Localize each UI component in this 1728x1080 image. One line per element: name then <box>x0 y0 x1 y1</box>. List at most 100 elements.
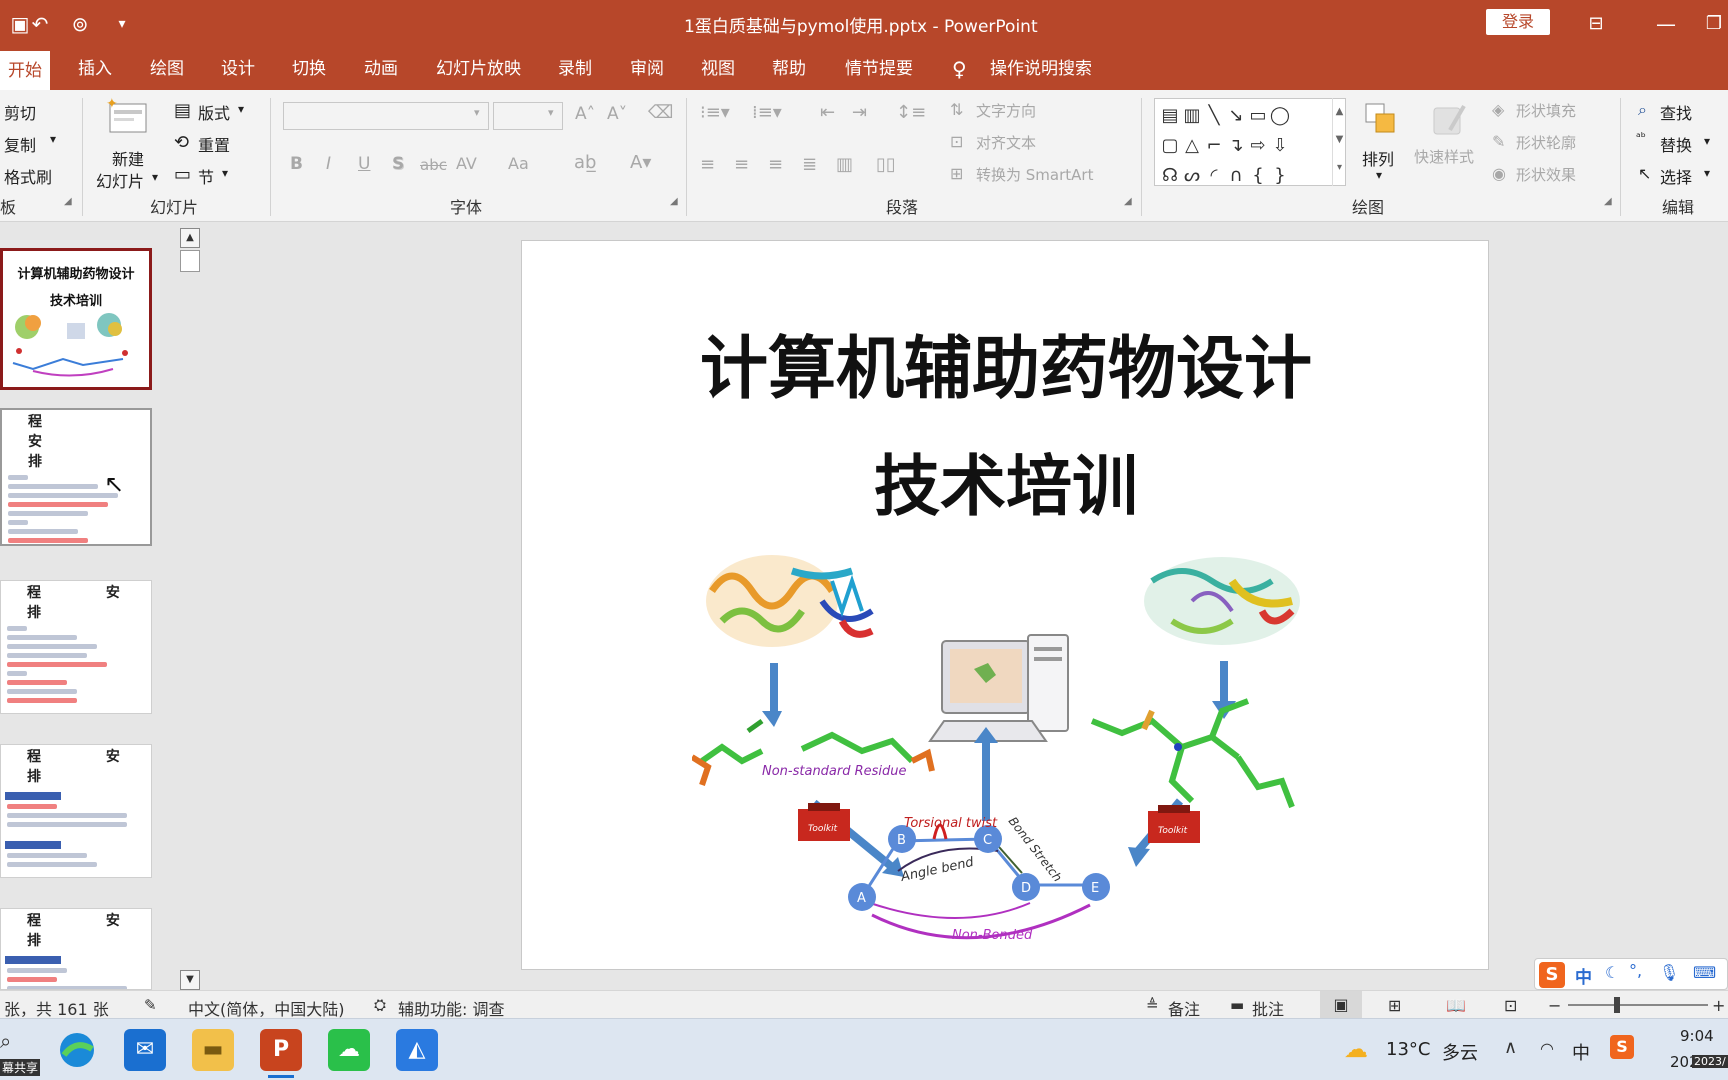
font-launcher-icon[interactable]: ◢ <box>670 196 678 207</box>
weather-temperature[interactable]: 13°C <box>1386 1039 1430 1060</box>
align-right-icon[interactable]: ≡ <box>768 154 783 175</box>
thumbnail-slide-4[interactable]: 程 安 排 <box>0 744 152 878</box>
comments-icon[interactable]: ▬ <box>1230 996 1244 1014</box>
text-direction-button[interactable]: 文字方向 <box>976 100 1036 121</box>
strikethrough-button[interactable]: abc <box>420 156 447 174</box>
tab-record[interactable]: 录制 <box>558 55 592 83</box>
shapes-gallery-scroll[interactable]: ▲ ▼ ▾ <box>1332 98 1346 186</box>
underline-button[interactable]: U <box>358 154 370 174</box>
weather-description[interactable]: 多云 <box>1442 1039 1478 1065</box>
increase-indent-icon[interactable]: ⇥ <box>852 102 867 123</box>
notes-icon[interactable]: ≜ <box>1146 996 1159 1014</box>
tab-design[interactable]: 设计 <box>221 55 255 83</box>
ime-mic-icon[interactable]: 🎙 <box>1659 963 1679 982</box>
ime-keyboard-icon[interactable]: ⌨ <box>1693 963 1716 982</box>
zoom-out-icon[interactable]: − <box>1548 996 1561 1015</box>
tab-draw[interactable]: 绘图 <box>150 55 184 83</box>
meeting-app-icon[interactable]: ◭ <box>396 1029 438 1071</box>
thumbnail-scrollbar-thumb[interactable] <box>180 250 200 272</box>
justify-icon[interactable]: ≣ <box>802 154 817 175</box>
copy-dropdown-icon[interactable]: ▾ <box>50 132 56 146</box>
accessibility-icon[interactable]: ⛭ <box>374 996 386 1014</box>
section-dropdown-icon[interactable]: ▾ <box>222 166 228 180</box>
replace-button[interactable]: 替换 <box>1660 132 1692 156</box>
zoom-slider[interactable] <box>1568 1004 1708 1006</box>
thumbnail-slide-3[interactable]: 程 安 排 <box>0 580 152 714</box>
align-text-button[interactable]: 对齐文本 <box>976 132 1036 153</box>
clipboard-launcher-icon[interactable]: ◢ <box>64 196 72 207</box>
scribble-shape-icon[interactable]: ᔕ <box>1181 165 1203 187</box>
slideshow-icon[interactable]: ⊡ <box>1504 996 1517 1015</box>
decrease-indent-icon[interactable]: ⇤ <box>820 102 835 123</box>
textbox-shape-icon[interactable]: ▤ <box>1159 105 1181 127</box>
file-explorer-icon[interactable]: ▬ <box>192 1029 234 1071</box>
mail-icon[interactable]: ✉ <box>124 1029 166 1071</box>
tab-help[interactable]: 帮助 <box>772 55 806 83</box>
accessibility-status[interactable]: 辅助功能: 调查 <box>398 996 504 1020</box>
arc-shape-icon[interactable]: ◜ <box>1203 165 1225 187</box>
arrange-button[interactable]: 排列 <box>1362 146 1394 170</box>
connector-shape-icon[interactable]: ⌐ <box>1203 135 1225 157</box>
decrease-font-icon[interactable]: A˅ <box>607 104 627 124</box>
paragraph-launcher-icon[interactable]: ◢ <box>1124 196 1132 207</box>
restore-icon[interactable]: ❐ <box>1700 10 1728 38</box>
oval-shape-icon[interactable]: ◯ <box>1269 105 1291 127</box>
drug-design-diagram[interactable]: Non-standard Residue Toolkit Toolkit A B <box>692 551 1312 951</box>
minimize-icon[interactable]: — <box>1652 10 1680 38</box>
powerpoint-taskbar-icon[interactable]: P <box>260 1029 302 1071</box>
increase-font-icon[interactable]: A˄ <box>575 104 595 124</box>
numbering-icon[interactable]: ⁞≡▾ <box>752 102 782 123</box>
zoom-slider-thumb[interactable] <box>1614 997 1620 1013</box>
tab-transitions[interactable]: 切换 <box>292 55 326 83</box>
sogou-tray-icon[interactable]: S <box>1610 1035 1634 1059</box>
line-spacing-icon[interactable]: ↕≡ <box>896 102 926 123</box>
notes-edit-icon[interactable]: ✎ <box>144 996 157 1014</box>
layout-dropdown-icon[interactable]: ▾ <box>238 102 244 116</box>
character-spacing-button[interactable]: AV <box>456 154 477 173</box>
curve-shape-icon[interactable]: ∩ <box>1225 165 1247 187</box>
bold-button[interactable]: B <box>290 154 303 174</box>
arrange-dropdown-icon[interactable]: ▾ <box>1376 168 1382 182</box>
copy-button[interactable]: 复制 <box>4 132 36 156</box>
arrow-line-shape-icon[interactable]: ↘ <box>1225 105 1247 127</box>
new-slide-dropdown-icon[interactable]: ▾ <box>152 170 158 184</box>
clock-time[interactable]: 9:04 <box>1680 1027 1714 1045</box>
shape-fill-button[interactable]: 形状填充 <box>1516 100 1576 121</box>
tab-review[interactable]: 审阅 <box>630 55 664 83</box>
right-brace-shape-icon[interactable]: } <box>1269 165 1291 187</box>
thumbnail-slide-5[interactable]: 程 安 排 <box>0 908 152 990</box>
thumbnail-slide-1[interactable]: 计算机辅助药物设计 技术培训 <box>0 248 152 390</box>
tab-slideshow[interactable]: 幻灯片放映 <box>436 55 521 83</box>
present-icon[interactable]: ⊚ <box>66 10 94 38</box>
convert-smartart-button[interactable]: 转换为 SmartArt <box>976 164 1093 185</box>
layout-button[interactable]: 版式 <box>198 100 230 124</box>
elbow-connector-shape-icon[interactable]: ↴ <box>1225 135 1247 157</box>
tab-animations[interactable]: 动画 <box>364 55 398 83</box>
ime-punctuation-icon[interactable]: °, <box>1629 961 1642 980</box>
down-arrow-shape-icon[interactable]: ⇩ <box>1269 135 1291 157</box>
slide-title-line-1[interactable]: 计算机辅助药物设计 <box>522 313 1490 412</box>
slide-canvas[interactable]: 计算机辅助药物设计 技术培训 Non-standard Residue Tool… <box>521 240 1489 970</box>
font-size-dropdown-icon[interactable]: ▾ <box>548 106 554 119</box>
cut-button[interactable]: 剪切 <box>4 100 36 124</box>
reading-view-icon[interactable]: 📖 <box>1446 996 1466 1015</box>
customize-quick-access-icon[interactable]: ▾ <box>108 10 136 38</box>
new-slide-icon[interactable]: ✦ <box>106 96 150 134</box>
right-arrow-shape-icon[interactable]: ⇨ <box>1247 135 1269 157</box>
font-name-dropdown-icon[interactable]: ▾ <box>474 106 480 119</box>
comments-button[interactable]: 批注 <box>1252 996 1284 1020</box>
edge-icon[interactable] <box>56 1029 98 1071</box>
drawing-launcher-icon[interactable]: ◢ <box>1604 196 1612 207</box>
tray-expand-icon[interactable]: ∧ <box>1504 1037 1517 1058</box>
network-icon[interactable]: ◠ <box>1540 1039 1554 1058</box>
reset-button[interactable]: 重置 <box>198 132 230 156</box>
clear-format-icon[interactable]: ⌫ <box>648 102 673 123</box>
section-button[interactable]: 节 <box>198 164 214 188</box>
triangle-shape-icon[interactable]: △ <box>1181 135 1203 157</box>
quick-styles-icon[interactable] <box>1430 100 1470 140</box>
login-button[interactable]: 登录 <box>1486 9 1550 35</box>
undo-icon[interactable]: ↶ <box>26 10 54 38</box>
quick-styles-button[interactable]: 快速样式 <box>1414 146 1474 167</box>
thumbnail-scroll-down[interactable]: ▼ <box>180 970 200 990</box>
ribbon-display-icon[interactable]: ⊟ <box>1582 10 1610 38</box>
